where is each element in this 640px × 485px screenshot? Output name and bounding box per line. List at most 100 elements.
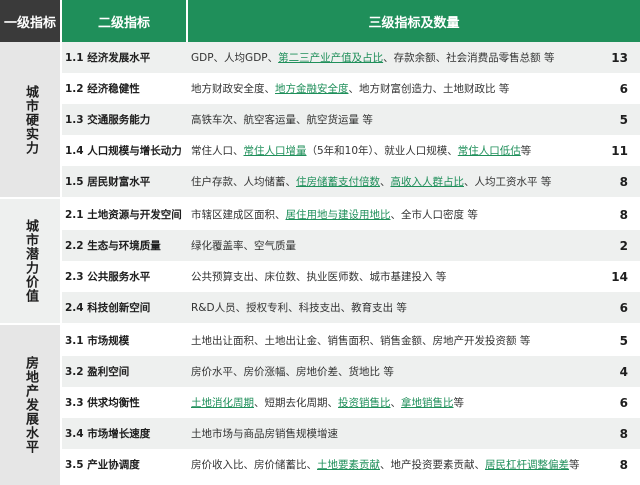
highlighted-indicator: 土地消化周期 [191,397,254,409]
category-label: 城市硬实力 [23,84,38,155]
level2-indicator: 3.3 供求均衡性 [65,397,140,409]
level2-indicator: 3.1 市场规模 [65,335,130,347]
level2-indicator: 3.4 市场增长速度 [65,428,151,440]
indicator-text: GDP、人均GDP、 [191,52,279,64]
table-row: 3.5 产业协调度 房价收入比、房价储蓄比、 土地要素贡献 、地产投资要素贡献、 居民杠… [62,449,640,480]
highlighted-indicator: 地方金融安全度 [275,83,349,95]
indicator-text: 、人均工资水平 等 [464,176,552,188]
level3-indicators: 地方财政安全度、 地方金融安全度 、地方财富创造力、土地财政比 等 [189,73,599,104]
table-row: 3.1 市场规模 土地出让面积、土地出让金、销售面积、销售金额、房地产开发投资额 … [62,325,640,356]
level2-indicator: 2.3 公共服务水平 [65,271,151,283]
level3-indicators: 常住人口、 常住人口增量 （5年和10年）、就业人口规模、 常住人口低估 等 [189,135,599,166]
table-row: 2.2 生态与环境质量 绿化覆盖率、空气质量 2 [62,230,640,261]
highlighted-indicator: 住房储蓄支付倍数 [296,176,380,188]
table-row: 2.3 公共服务水平 公共预算支出、床位数、执业医师数、城市基建投入 等 14 [62,261,640,292]
table-row: 2.1 土地资源与开发空间 市辖区建成区面积、 居住用地与建设用地比 、全市人口密度 … [62,199,640,230]
indicator-count: 2 [619,238,628,253]
category-real-estate: 房地产发展水平 [0,325,60,485]
indicator-text: 、 [390,397,402,409]
highlighted-indicator: 投资销售比 [338,397,391,409]
indicator-text: R&D人员、授权专利、科技支出、教育支出 等 [191,302,407,314]
highlighted-indicator: 第二三产业产值及占比 [278,52,384,64]
indicator-text: 绿化覆盖率、空气质量 [191,240,296,252]
indicator-text: 等 [453,397,465,409]
table-row: 1.3 交通服务能力 高铁车次、航空客运量、航空货运量 等 5 [62,104,640,135]
table-row: 1.1 经济发展水平 GDP、人均GDP、 第二三产业产值及占比 、存款余额、社会消费… [62,42,640,73]
indicator-text: 土地市场与商品房销售规模增速 [191,428,338,440]
level3-indicators: R&D人员、授权专利、科技支出、教育支出 等 [189,292,599,323]
indicator-text: 等 [569,459,580,471]
level3-indicators: 土地消化周期 、短期去化周期、 投资销售比、拿地销售比 等 [189,387,599,418]
level2-indicator: 1.2 经济稳健性 [65,83,140,95]
indicator-count: 6 [619,395,628,410]
indicator-count: 8 [619,207,628,222]
indicator-count: 6 [619,300,628,315]
indicator-count: 5 [619,333,628,348]
indicator-text: 公共预算支出、床位数、执业医师数、城市基建投入 等 [191,271,447,283]
level3-indicators: 房价收入比、房价储蓄比、 土地要素贡献 、地产投资要素贡献、 居民杠杆调整偏差 等 [189,449,599,480]
indicator-text: 、地产投资要素贡献、 [380,459,485,471]
indicator-text: 常住人口、 [191,145,244,157]
highlighted-indicator: 拿地销售比 [401,397,454,409]
table-row: 3.2 盈利空间 房价水平、房价涨幅、房地价差、货地比 等 4 [62,356,640,387]
level2-indicator: 1.3 交通服务能力 [65,114,151,126]
indicator-text: 等 [520,145,532,157]
indicator-text: 市辖区建成区面积、 [191,209,286,221]
level3-indicators: 住户存款、人均储蓄、 住房储蓄支付倍数、高收入人群占比 、人均工资水平 等 [189,166,599,197]
level3-indicators: 市辖区建成区面积、 居住用地与建设用地比 、全市人口密度 等 [189,199,599,230]
highlighted-indicator: 常住人口低估 [457,145,521,157]
indicator-text: 住户存款、人均储蓄、 [191,176,296,188]
header-level2: 二级指标 [62,0,186,42]
indicator-count: 14 [611,269,628,284]
indicator-count: 8 [619,457,628,472]
level2-indicator: 2.1 土地资源与开发空间 [65,209,182,221]
level3-indicators: 高铁车次、航空客运量、航空货运量 等 [189,104,599,135]
indicator-text: 地方财政安全度、 [191,83,275,95]
indicator-text: 、地方财富创造力、土地财政比 等 [348,83,510,95]
level2-indicator: 1.1 经济发展水平 [65,52,151,64]
indicator-count: 8 [619,426,628,441]
header-level1: 一级指标 [0,0,60,42]
category-city-hard-power: 城市硬实力 [0,42,60,197]
table-row: 2.4 科技创新空间 R&D人员、授权专利、科技支出、教育支出 等 6 [62,292,640,323]
category-label: 房地产发展水平 [23,356,38,454]
table-row: 1.5 居民财富水平 住户存款、人均储蓄、 住房储蓄支付倍数、高收入人群占比 、人均工… [62,166,640,197]
indicator-text: 高铁车次、航空客运量、航空货运量 等 [191,114,373,126]
level3-indicators: 公共预算支出、床位数、执业医师数、城市基建投入 等 [189,261,599,292]
category-city-potential: 城市潜力价值 [0,199,60,323]
table-row: 3.4 市场增长速度 土地市场与商品房销售规模增速 8 [62,418,640,449]
indicator-text: 房价收入比、房价储蓄比、 [191,459,317,471]
indicator-count: 11 [611,143,628,158]
level2-indicator: 3.5 产业协调度 [65,459,140,471]
highlighted-indicator: 高收入人群占比 [390,176,465,188]
level2-indicator: 1.4 人口规模与增长动力 [65,145,182,157]
level2-indicator: 2.2 生态与环境质量 [65,240,161,252]
level3-indicators: GDP、人均GDP、 第二三产业产值及占比 、存款余额、社会消费品零售总额 等 [189,42,599,73]
indicator-count: 6 [619,81,628,96]
indicator-text: （5年和10年）、就业人口规模、 [306,145,458,157]
indicator-table: 一级指标 二级指标 三级指标及数量 城市硬实力 城市潜力价值 房地产发展水平 1… [0,0,640,485]
indicator-text: 房价水平、房价涨幅、房地价差、货地比 等 [191,366,394,378]
level2-indicator: 2.4 科技创新空间 [65,302,151,314]
indicator-text: 、全市人口密度 等 [390,209,478,221]
indicator-text: 、 [380,176,391,188]
level3-indicators: 绿化覆盖率、空气质量 [189,230,599,261]
level3-indicators: 土地出让面积、土地出让金、销售面积、销售金额、房地产开发投资额 等 [189,325,599,356]
indicator-count: 5 [619,112,628,127]
table-row: 1.2 经济稳健性 地方财政安全度、 地方金融安全度 、地方财富创造力、土地财政比 等… [62,73,640,104]
level2-indicator: 3.2 盈利空间 [65,366,130,378]
highlighted-indicator: 居民杠杆调整偏差 [485,459,569,471]
level3-indicators: 房价水平、房价涨幅、房地价差、货地比 等 [189,356,599,387]
highlighted-indicator: 居住用地与建设用地比 [285,209,391,221]
indicator-count: 4 [619,364,628,379]
indicator-text: 土地出让面积、土地出让金、销售面积、销售金额、房地产开发投资额 等 [191,335,531,347]
indicator-count: 13 [611,50,628,65]
indicator-count: 8 [619,174,628,189]
highlighted-indicator: 土地要素贡献 [317,459,380,471]
category-label: 城市潜力价值 [23,219,38,303]
highlighted-indicator: 常住人口增量 [243,145,307,157]
table-row: 1.4 人口规模与增长动力 常住人口、 常住人口增量 （5年和10年）、就业人口规模、… [62,135,640,166]
level3-indicators: 土地市场与商品房销售规模增速 [189,418,599,449]
level2-indicator: 1.5 居民财富水平 [65,176,151,188]
indicator-text: 、短期去化周期、 [254,397,338,409]
